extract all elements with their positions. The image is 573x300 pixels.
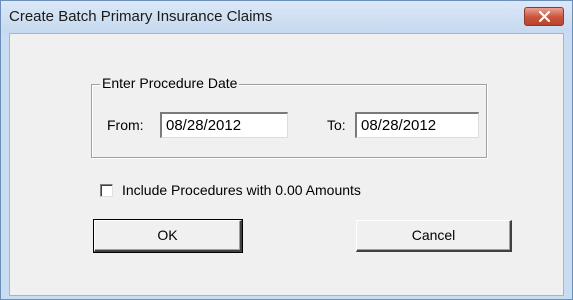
close-button[interactable] [524,7,564,26]
include-zero-checkbox[interactable] [100,184,113,197]
from-date-input[interactable]: 08/28/2012 [160,112,288,138]
cancel-button[interactable]: Cancel [356,220,512,252]
close-x-icon [539,11,550,22]
from-label: From: [107,117,144,133]
to-label: To: [327,117,346,133]
include-zero-label[interactable]: Include Procedures with 0.00 Amounts [122,182,361,198]
to-date-input[interactable]: 08/28/2012 [355,112,479,138]
window-title: Create Batch Primary Insurance Claims [9,8,273,25]
ok-button[interactable]: OK [93,219,243,253]
dialog-body: Enter Procedure Date From: 08/28/2012 To… [9,33,564,296]
title-bar[interactable]: Create Batch Primary Insurance Claims [1,1,572,33]
dialog-window: Create Batch Primary Insurance Claims En… [0,0,573,300]
procedure-date-group-label: Enter Procedure Date [100,75,240,91]
